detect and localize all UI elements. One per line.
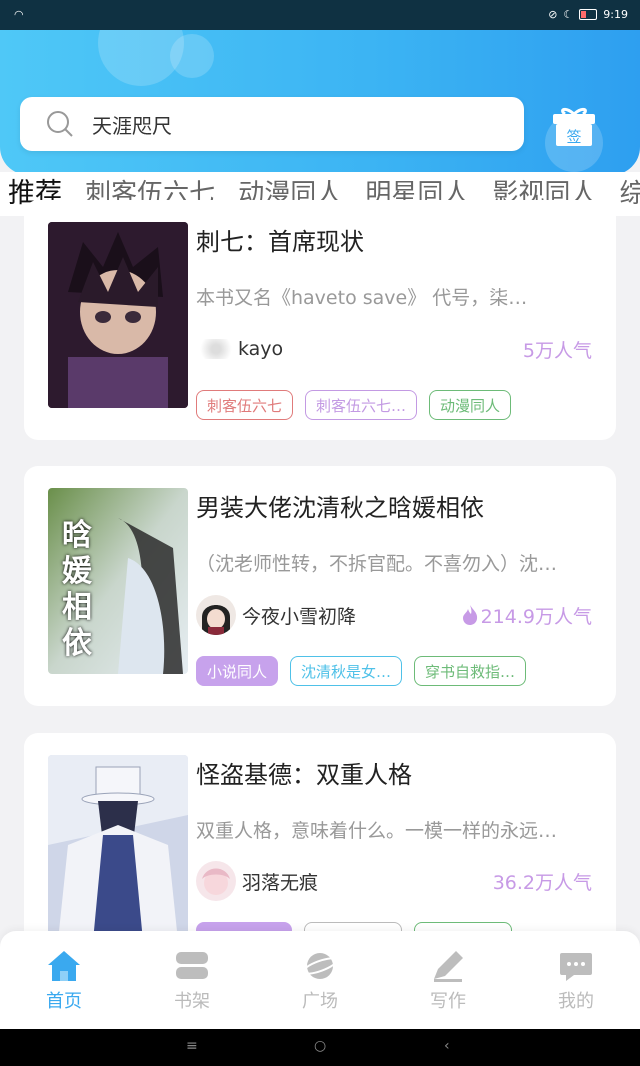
book-cover[interactable]: 晗媛相依 bbox=[48, 488, 188, 674]
book-title: 男装大佬沈清秋之晗媛相依 bbox=[196, 494, 484, 522]
tab-mixed[interactable]: 综 bbox=[620, 172, 640, 216]
book-cover[interactable] bbox=[48, 222, 188, 408]
search-bar[interactable]: 天涯咫尺 bbox=[20, 97, 524, 151]
moon-icon: ☾ bbox=[563, 8, 574, 21]
book-description: （沈老师性转，不拆官配。不喜勿入）沈… bbox=[196, 553, 558, 575]
author-name[interactable]: 羽落无痕 bbox=[242, 868, 318, 895]
tag-chip[interactable]: 刺客伍六七… bbox=[305, 390, 418, 420]
nav-square[interactable]: 广场 bbox=[256, 931, 384, 1029]
book-cover[interactable] bbox=[48, 755, 188, 941]
tag-chip[interactable]: 刺客伍六七 bbox=[196, 390, 294, 420]
tag-chip[interactable]: 沈清秋是女… bbox=[290, 656, 403, 686]
system-navigation-bar: ≡ ○ ‹ bbox=[0, 1029, 640, 1066]
search-icon bbox=[47, 111, 73, 137]
flame-icon bbox=[462, 605, 477, 625]
decor-bubble bbox=[170, 34, 214, 78]
nav-profile[interactable]: 我的 bbox=[512, 931, 640, 1029]
back-icon[interactable]: ‹ bbox=[444, 1038, 450, 1054]
author-name[interactable]: 今夜小雪初降 bbox=[242, 602, 356, 629]
tag-chip[interactable]: 动漫同人 bbox=[429, 390, 512, 420]
book-description: 本书又名《haveto save》 代号，柒… bbox=[196, 287, 528, 309]
battery-icon bbox=[579, 9, 598, 20]
bookshelf-icon bbox=[176, 952, 208, 979]
popularity-with-flame: 214.9万人气 bbox=[461, 602, 592, 629]
home-icon bbox=[48, 951, 80, 981]
tag-list: 小说同人 沈清秋是女… 穿书自救指… bbox=[196, 656, 527, 686]
author-name[interactable]: kayo bbox=[238, 338, 283, 360]
popularity-count: 36.2万人气 bbox=[492, 871, 592, 894]
author-row: 今夜小雪初降 214.9万人气 bbox=[196, 593, 592, 637]
notification-off-icon: ⊘ bbox=[548, 8, 558, 21]
status-time: 9:19 bbox=[603, 8, 628, 21]
cover-title-text: 晗媛相依 bbox=[62, 518, 92, 661]
book-card[interactable]: 晗媛相依 男装大佬沈清秋之晗媛相依 （沈老师性转，不拆官配。不喜勿入）沈… 今夜… bbox=[24, 466, 616, 706]
wifi-icon: ◠ bbox=[14, 8, 24, 21]
tag-chip[interactable]: 穿书自救指… bbox=[414, 656, 527, 686]
search-input[interactable]: 天涯咫尺 bbox=[92, 110, 172, 139]
nav-label: 广场 bbox=[302, 991, 338, 1012]
popularity-count: 5万人气 bbox=[522, 339, 592, 362]
book-title: 怪盗基德：双重人格 bbox=[196, 761, 412, 789]
nav-label: 首页 bbox=[46, 991, 82, 1012]
author-row: kayo 5万人气 bbox=[196, 327, 592, 371]
popularity-count: 214.9万人气 bbox=[480, 605, 592, 628]
status-bar: ◠ ⊘ ☾ 9:19 bbox=[0, 0, 640, 30]
nav-home[interactable]: 首页 bbox=[0, 931, 128, 1029]
book-title: 刺七：首席现状 bbox=[196, 228, 364, 256]
author-avatar[interactable] bbox=[196, 861, 236, 901]
book-description: 双重人格，意味着什么。一模一样的永远… bbox=[196, 820, 558, 842]
home-circle-icon[interactable]: ○ bbox=[314, 1038, 326, 1054]
tag-list: 刺客伍六七 刺客伍六七… 动漫同人 bbox=[196, 390, 512, 420]
nav-bookshelf[interactable]: 书架 bbox=[128, 931, 256, 1029]
tag-chip[interactable]: 小说同人 bbox=[196, 656, 279, 686]
nav-label: 我的 bbox=[558, 991, 594, 1012]
menu-icon[interactable]: ≡ bbox=[186, 1038, 198, 1054]
profile-chat-icon bbox=[560, 953, 592, 981]
author-row: 羽落无痕 36.2万人气 bbox=[196, 859, 592, 903]
author-avatar[interactable] bbox=[196, 339, 236, 359]
write-icon bbox=[434, 951, 463, 982]
book-card[interactable]: 刺七：首席现状 本书又名《haveto save》 代号，柒… kayo 5万人… bbox=[24, 200, 616, 440]
planet-icon bbox=[302, 953, 338, 979]
gift-label: 签 bbox=[566, 128, 581, 146]
nav-label: 书架 bbox=[174, 991, 210, 1012]
author-avatar[interactable] bbox=[196, 595, 236, 635]
gift-checkin-icon[interactable]: 签 bbox=[551, 104, 597, 148]
nav-write[interactable]: 写作 bbox=[384, 931, 512, 1029]
bottom-navigation: 首页 书架 广场 写作 我的 bbox=[0, 931, 640, 1029]
nav-label: 写作 bbox=[430, 991, 466, 1012]
